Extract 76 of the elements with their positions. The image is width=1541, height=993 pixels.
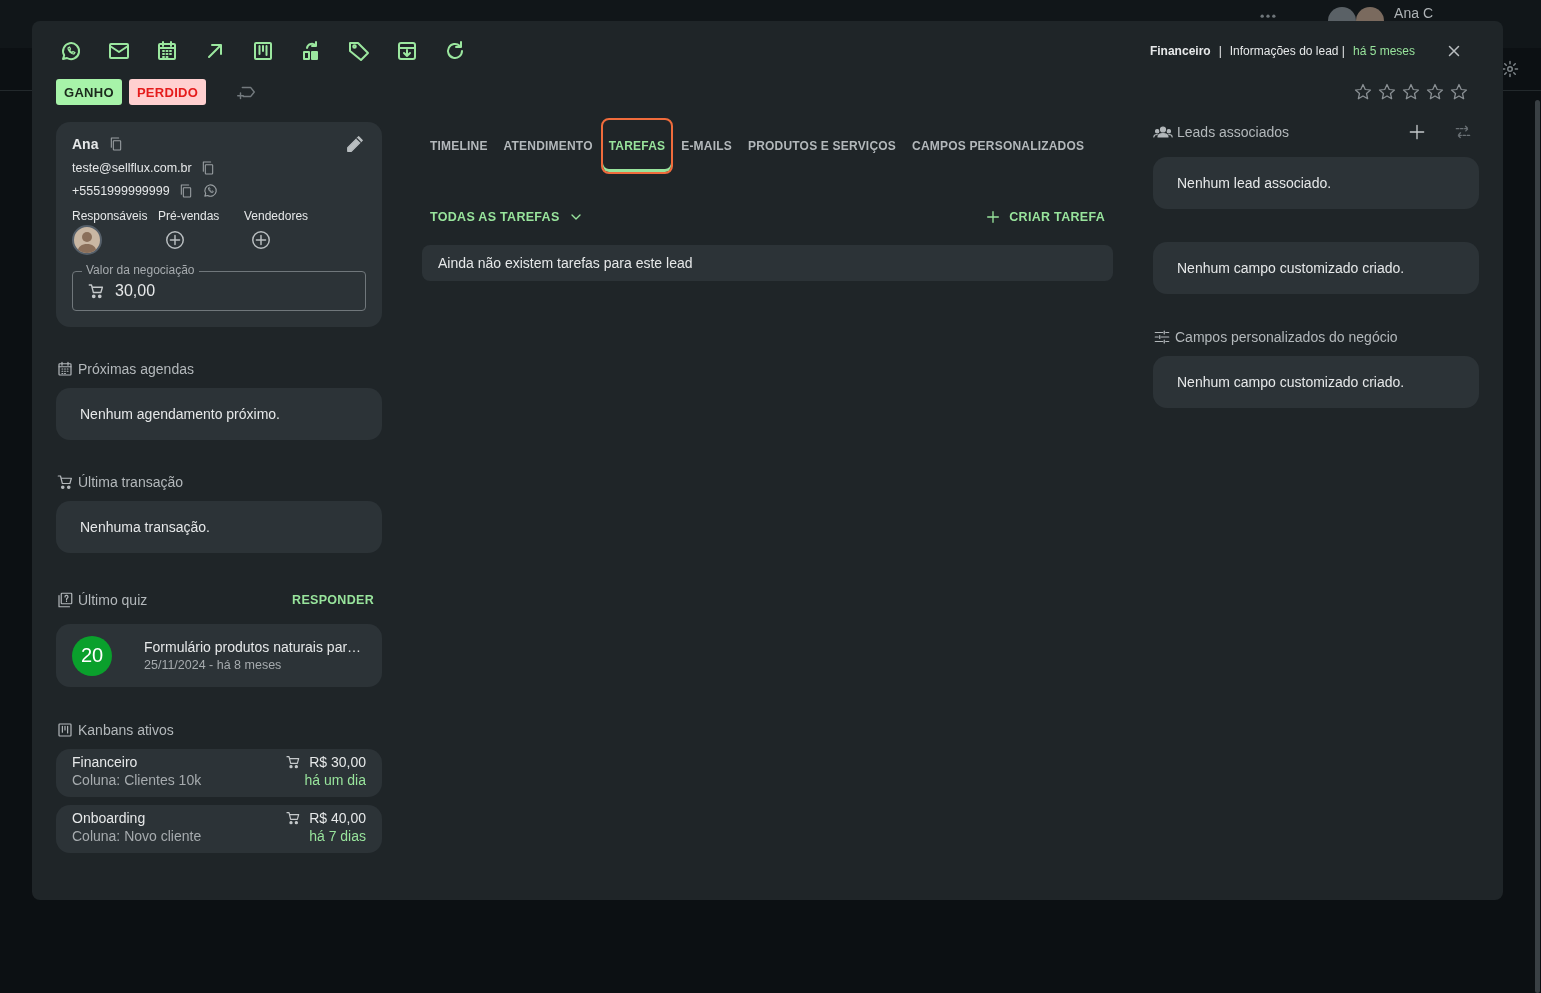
whatsapp-icon[interactable] bbox=[59, 39, 83, 63]
empty-card: Nenhum lead associado. bbox=[1153, 157, 1479, 209]
settings-icon[interactable] bbox=[1501, 60, 1519, 78]
empty-card: Nenhuma transação. bbox=[56, 501, 382, 553]
empty-message: Ainda não existem tarefas para este lead bbox=[422, 245, 1113, 281]
pipeline-name: Financeiro bbox=[1149, 44, 1211, 58]
role-label: Responsáveis bbox=[72, 209, 149, 223]
star-icon[interactable] bbox=[1401, 82, 1421, 102]
avatar[interactable] bbox=[72, 225, 102, 255]
respond-button[interactable]: RESPONDER bbox=[284, 593, 382, 607]
kanban-icon[interactable] bbox=[251, 39, 275, 63]
tab[interactable]: CAMPOS PERSONALIZADOS bbox=[904, 118, 1093, 174]
section-title: Último quiz bbox=[78, 592, 148, 608]
kanban-column: Coluna: Novo cliente bbox=[72, 828, 202, 844]
kanban-value: R$ 30,00 bbox=[309, 754, 366, 770]
cart-icon bbox=[87, 282, 105, 300]
kanban-column: Coluna: Clientes 10k bbox=[72, 772, 202, 788]
plus-icon bbox=[985, 209, 1002, 225]
kanban-age: há um dia bbox=[304, 772, 366, 788]
kanban-icon bbox=[56, 721, 74, 739]
quiz-icon bbox=[56, 591, 74, 609]
quiz-date: 25/11/2024 - há 8 meses bbox=[144, 658, 283, 672]
calendar-icon[interactable] bbox=[155, 39, 179, 63]
cart-icon bbox=[56, 473, 74, 491]
star-icon[interactable] bbox=[1377, 82, 1397, 102]
kanban-value: R$ 40,00 bbox=[309, 810, 366, 826]
kanban-card[interactable]: Financeiro Coluna: Clientes 10k R$ 30,00 há um dia bbox=[56, 749, 382, 797]
edit-icon[interactable] bbox=[344, 133, 366, 155]
kanban-name: Financeiro bbox=[72, 754, 139, 770]
section-title: Última transação bbox=[78, 474, 184, 490]
cart-icon bbox=[285, 754, 302, 770]
tab[interactable]: TAREFAS bbox=[600, 118, 674, 174]
quiz-title: Formulário produtos naturais par… bbox=[144, 639, 362, 655]
role-label: Vendedores bbox=[244, 209, 310, 223]
contact-email: teste@sellflux.com.br bbox=[72, 160, 192, 175]
contact-phone: +5551999999999 bbox=[72, 183, 170, 198]
whatsapp-icon[interactable] bbox=[201, 182, 219, 199]
filter-dropdown[interactable]: TODAS AS TAREFAS bbox=[422, 209, 592, 225]
tune-icon bbox=[1153, 328, 1171, 346]
role-label: Pré-vendas bbox=[158, 209, 221, 223]
section-title: Kanbans ativos bbox=[78, 722, 174, 738]
empty-card: Nenhum campo customizado criado. bbox=[1153, 356, 1479, 408]
calendar-icon bbox=[56, 360, 74, 378]
field-value: 30,00 bbox=[115, 282, 156, 300]
add-icon[interactable] bbox=[250, 229, 272, 251]
star-rating[interactable] bbox=[1353, 82, 1469, 102]
kanban-age: há 7 dias bbox=[309, 828, 366, 844]
empty-card: Nenhum campo customizado criado. bbox=[1153, 242, 1479, 294]
cart-icon bbox=[285, 810, 302, 826]
tab[interactable]: TIMELINE bbox=[422, 118, 496, 174]
won-button[interactable]: GANHO bbox=[56, 79, 122, 105]
kanban-card[interactable]: Onboarding Coluna: Novo cliente R$ 40,00 há 7 dias bbox=[56, 805, 382, 853]
tab[interactable]: E-MAILS bbox=[673, 118, 740, 174]
archive-icon[interactable] bbox=[395, 39, 419, 63]
star-icon[interactable] bbox=[1425, 82, 1445, 102]
tab[interactable]: PRODUTOS E SERVIÇOS bbox=[739, 118, 904, 174]
add-icon[interactable] bbox=[164, 229, 186, 251]
contact-name: Ana bbox=[72, 136, 99, 152]
kanban-name: Onboarding bbox=[72, 810, 147, 826]
star-icon[interactable] bbox=[1353, 82, 1373, 102]
create-task-button[interactable]: CRIAR TAREFA bbox=[977, 209, 1113, 225]
header-label: Informações do lead | bbox=[1229, 44, 1345, 58]
quiz-card[interactable]: 20 Formulário produtos naturais par… 25/11/2024 - há 8 meses bbox=[56, 624, 382, 687]
empty-card: Nenhum agendamento próximo. bbox=[56, 388, 382, 440]
section-title: Próximas agendas bbox=[78, 361, 194, 377]
user-name: Ana C bbox=[1394, 5, 1433, 21]
add-icon[interactable] bbox=[1407, 122, 1427, 142]
field-label: Valor da negociação bbox=[82, 263, 199, 278]
score-badge: 20 bbox=[72, 635, 112, 676]
section-title: Leads associados bbox=[1177, 124, 1290, 140]
star-icon[interactable] bbox=[1449, 82, 1469, 102]
lead-age: há 5 meses bbox=[1352, 44, 1415, 58]
separator: | bbox=[1218, 44, 1222, 58]
tag-icon[interactable] bbox=[347, 39, 371, 63]
section-title: Campos personalizados do negócio bbox=[1175, 329, 1398, 345]
tab[interactable]: ATENDIMENTO bbox=[495, 118, 601, 174]
